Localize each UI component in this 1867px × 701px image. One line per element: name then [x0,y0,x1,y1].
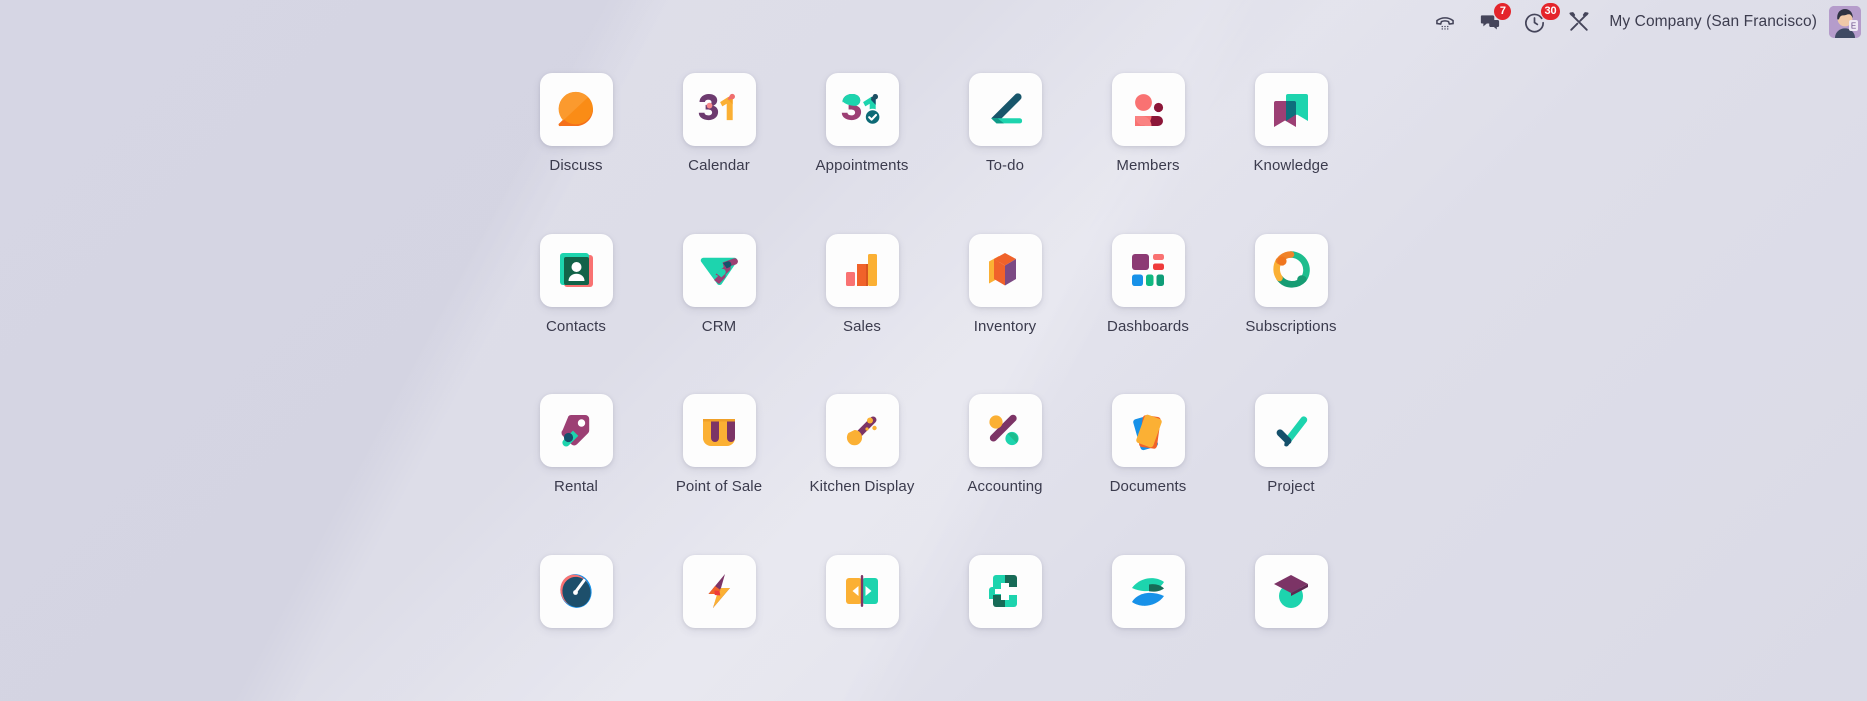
lightning-bolt-icon [682,554,756,628]
app-label: Subscriptions [1245,317,1337,335]
project-icon [1254,394,1328,467]
members-icon [1111,73,1185,146]
activities-clock-icon[interactable]: 30 [1512,0,1561,44]
app-label: Appointments [815,157,909,174]
inventory-icon [968,233,1042,307]
app-dashboards[interactable]: Dashboards [1077,220,1220,358]
app-label: Discuss [549,157,603,174]
app-row4-split[interactable] [791,541,934,679]
app-calendar[interactable]: Calendar [648,59,791,197]
medical-cross-icon [968,554,1042,628]
app-label: Members [1116,157,1180,174]
crm-icon [682,233,756,307]
app-subscriptions[interactable]: Subscriptions [1220,220,1363,358]
app-label: Rental [554,478,598,495]
app-label: Accounting [967,478,1043,495]
app-label: Inventory [973,317,1037,335]
app-accounting[interactable]: Accounting [934,380,1077,518]
graduation-cap-icon [1254,554,1328,628]
app-appointments[interactable]: Appointments [791,59,934,197]
todo-icon [968,73,1042,146]
app-label: Kitchen Display [809,478,915,495]
app-discuss[interactable]: Discuss [505,59,648,197]
navbar-actions: 7 30 My Company (San Francisco) E [1423,0,1861,44]
app-row4-gauge[interactable] [505,541,648,679]
accounting-icon [968,394,1042,467]
app-label: Point of Sale [675,478,763,495]
appointments-icon [825,73,899,146]
app-label: To-do [985,157,1025,174]
contacts-icon [539,233,613,307]
gauge-icon [539,554,613,628]
app-label: Knowledge [1253,157,1329,174]
dashboards-icon [1111,233,1185,307]
app-row4-leaf[interactable] [1077,541,1220,679]
subscriptions-icon [1254,233,1328,307]
settings-tools-icon[interactable] [1557,0,1601,44]
app-row4-cap[interactable] [1220,541,1363,679]
app-label: Sales [842,317,882,335]
point-of-sale-icon [682,394,756,467]
app-label: Calendar [688,157,750,174]
app-documents[interactable]: Documents [1077,380,1220,518]
apps-grid: Discuss Calendar Appointments To-do Memb… [505,44,1363,701]
app-inventory[interactable]: Inventory [934,220,1077,358]
calendar-icon [682,73,756,146]
app-pos[interactable]: Point of Sale [648,380,791,518]
leaf-wave-icon [1111,554,1185,628]
app-members[interactable]: Members [1077,59,1220,197]
avatar[interactable]: E [1829,6,1861,38]
app-sales[interactable]: Sales [791,220,934,358]
app-crm[interactable]: CRM [648,220,791,358]
app-knowledge[interactable]: Knowledge [1220,59,1363,197]
sales-icon [825,233,899,307]
svg-text:E: E [1851,22,1856,31]
rental-icon [539,394,613,467]
messages-badge: 7 [1494,3,1512,20]
top-navbar: 7 30 My Company (San Francisco) E [0,0,1867,44]
app-todo[interactable]: To-do [934,59,1077,197]
app-rental[interactable]: Rental [505,380,648,518]
app-row4-cross[interactable] [934,541,1077,679]
app-row4-bolt[interactable] [648,541,791,679]
kitchen-display-icon [825,394,899,467]
knowledge-icon [1254,73,1328,146]
app-contacts[interactable]: Contacts [505,220,648,358]
app-kitchen[interactable]: Kitchen Display [791,380,934,518]
app-label: Project [1267,478,1315,495]
apps-container: Discuss Calendar Appointments To-do Memb… [0,44,1867,701]
discuss-icon [539,73,613,146]
app-label: Contacts [546,317,606,335]
split-arrows-icon [825,554,899,628]
app-label: Documents [1109,478,1187,495]
messages-icon[interactable]: 7 [1467,0,1512,44]
app-label: Dashboards [1107,317,1189,335]
app-project[interactable]: Project [1220,380,1363,518]
voip-dialpad-icon[interactable] [1423,0,1467,44]
documents-icon [1111,394,1185,467]
app-label: CRM [701,317,737,335]
company-switcher[interactable]: My Company (San Francisco) [1601,13,1829,31]
